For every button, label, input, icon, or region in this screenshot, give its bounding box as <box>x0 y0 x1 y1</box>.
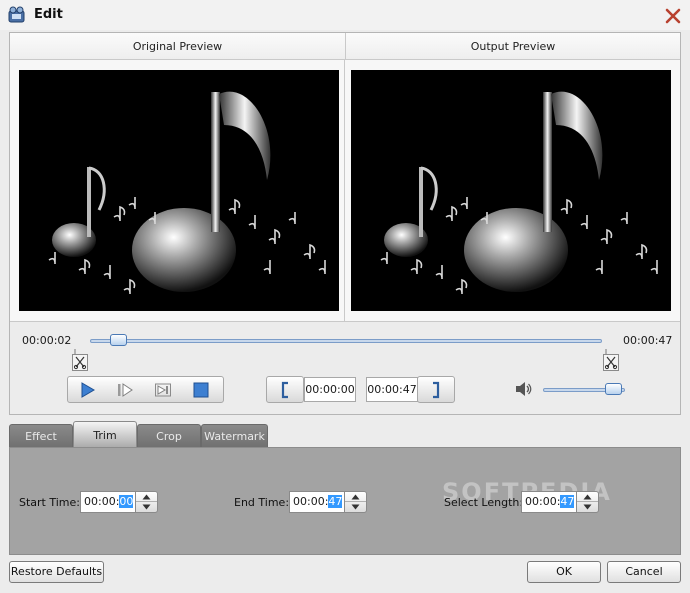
end-time-up[interactable] <box>345 492 366 502</box>
end-time-prefix: 00:00: <box>293 495 329 508</box>
current-time: 00:00:02 <box>22 334 72 347</box>
window-title: Edit <box>34 7 63 22</box>
original-preview-screen <box>19 70 339 311</box>
tab-effect[interactable]: Effect <box>9 424 73 448</box>
set-start-mark-button[interactable] <box>266 376 304 403</box>
stop-icon <box>193 382 209 398</box>
cancel-button[interactable]: Cancel <box>607 561 681 583</box>
play-button[interactable] <box>72 379 102 401</box>
end-time-spin-buttons <box>344 491 367 513</box>
trim-panel: SOFTPEDIA Start Time: 00:00:00 End Time:… <box>9 447 681 555</box>
start-time-up[interactable] <box>136 492 157 502</box>
start-time-down[interactable] <box>136 502 157 512</box>
transport-buttons <box>67 376 224 403</box>
select-length-prefix: 00:00: <box>525 495 561 508</box>
mark-in-time: 00:00:00 <box>304 377 356 402</box>
tab-crop[interactable]: Crop <box>137 424 201 448</box>
triangle-up-icon <box>351 494 360 499</box>
end-time-input[interactable]: 00:00:47 <box>289 491 345 513</box>
trim-end-handle[interactable] <box>603 349 619 371</box>
app-icon <box>8 6 25 23</box>
total-time: 00:00:47 <box>623 334 673 347</box>
end-time-selected: 47 <box>328 495 343 508</box>
stop-button[interactable] <box>186 379 216 401</box>
output-preview-label: Output Preview <box>345 33 680 60</box>
play-icon <box>81 382 95 398</box>
playback-controls: 00:00:02 00:00:47 00:00:00 00:00:47 <box>10 321 680 414</box>
start-time-selected: 00 <box>119 495 134 508</box>
left-bracket-icon <box>281 381 288 398</box>
start-time-label: Start Time: <box>19 496 80 509</box>
select-length-up[interactable] <box>577 492 598 502</box>
end-time-label: End Time: <box>234 496 290 509</box>
ok-button[interactable]: OK <box>527 561 601 583</box>
music-notes-image-output <box>380 91 658 295</box>
close-icon[interactable] <box>662 5 684 27</box>
set-end-mark-button[interactable] <box>417 376 455 403</box>
title-bar: Edit <box>0 0 690 30</box>
triangle-down-icon <box>351 504 360 510</box>
trim-start-handle[interactable] <box>72 349 88 371</box>
tab-trim[interactable]: Trim <box>73 421 137 448</box>
music-notes-image <box>48 91 326 295</box>
end-time-down[interactable] <box>345 502 366 512</box>
triangle-down-icon <box>142 504 151 510</box>
volume-thumb[interactable] <box>605 383 622 395</box>
select-length-input[interactable]: 00:00:47 <box>521 491 577 513</box>
output-preview-screen <box>351 70 671 311</box>
select-length-spin-buttons <box>576 491 599 513</box>
speaker-icon[interactable] <box>515 381 533 397</box>
select-length-stepper[interactable]: 00:00:47 <box>521 491 599 513</box>
seek-thumb[interactable] <box>110 334 127 346</box>
select-length-selected: 47 <box>560 495 575 508</box>
original-preview-label: Original Preview <box>10 33 345 60</box>
select-length-label: Select Length: <box>444 496 524 509</box>
preview-divider <box>344 60 345 321</box>
skip-end-icon <box>155 383 171 397</box>
triangle-up-icon <box>583 494 592 499</box>
triangle-down-icon <box>583 504 592 510</box>
seek-bar[interactable] <box>90 339 602 343</box>
tab-watermark[interactable]: Watermark <box>201 424 268 448</box>
next-frame-button[interactable] <box>110 379 140 401</box>
triangle-up-icon <box>142 494 151 499</box>
right-bracket-icon <box>433 381 440 398</box>
skip-end-button[interactable] <box>148 379 178 401</box>
end-time-stepper[interactable]: 00:00:47 <box>289 491 367 513</box>
start-time-input[interactable]: 00:00:00 <box>80 491 136 513</box>
preview-panel: Original Preview Output Preview 00:00:02… <box>9 32 681 415</box>
start-time-spin-buttons <box>135 491 158 513</box>
next-frame-icon <box>118 383 133 397</box>
start-time-prefix: 00:00: <box>84 495 120 508</box>
mark-out-time: 00:00:47 <box>366 377 418 402</box>
start-time-stepper[interactable]: 00:00:00 <box>80 491 158 513</box>
restore-defaults-button[interactable]: Restore Defaults <box>9 561 104 583</box>
select-length-down[interactable] <box>577 502 598 512</box>
